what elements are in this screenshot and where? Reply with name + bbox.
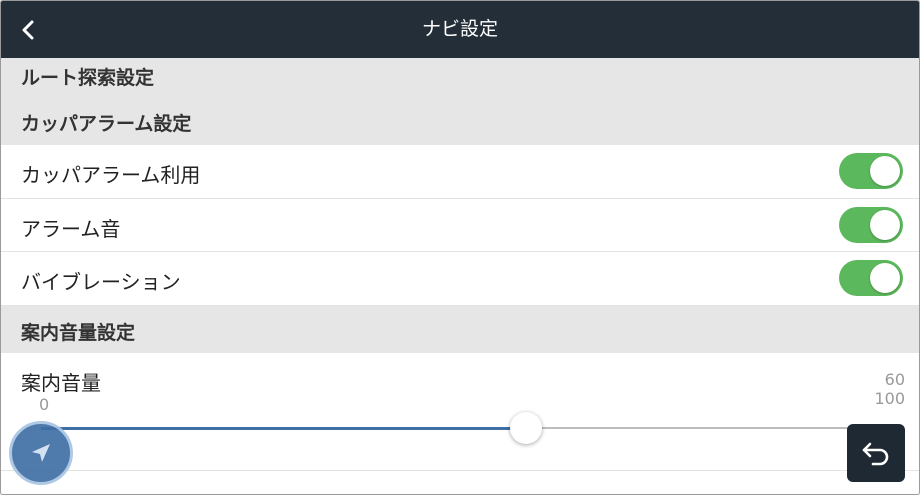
section-guidance-volume-label: 案内音量設定 xyxy=(21,322,136,344)
section-kappa-alarm: カッパアラーム設定 xyxy=(1,97,919,145)
volume-slider-track-filled[interactable] xyxy=(41,427,526,430)
section-route-search[interactable]: ルート探索設定 xyxy=(1,58,919,97)
row-kappa-alarm-use: カッパアラーム利用 xyxy=(1,145,919,199)
navigation-arrow-icon xyxy=(32,444,50,462)
row-alarm-sound: アラーム音 xyxy=(1,199,919,252)
alarm-sound-toggle[interactable] xyxy=(839,207,903,243)
navigation-fab[interactable] xyxy=(9,421,73,485)
volume-slider-row: 案内音量 60 100 0 xyxy=(1,353,919,494)
header-bar: ナビ設定 xyxy=(1,1,919,58)
vibration-label: バイブレーション xyxy=(21,270,181,294)
vibration-toggle[interactable] xyxy=(839,260,903,296)
row-vibration: バイブレーション xyxy=(1,252,919,306)
return-arrow-icon xyxy=(862,442,889,466)
volume-label: 案内音量 xyxy=(21,371,101,395)
section-kappa-alarm-label: カッパアラーム設定 xyxy=(21,113,192,135)
volume-slider-track[interactable] xyxy=(525,427,849,429)
return-button[interactable] xyxy=(847,424,905,482)
volume-min-value: 0 xyxy=(39,395,50,414)
page-title: ナビ設定 xyxy=(421,18,498,40)
back-button[interactable] xyxy=(11,13,45,47)
volume-max-value: 100 xyxy=(874,389,905,408)
divider xyxy=(1,470,919,471)
toggle-knob xyxy=(870,210,900,240)
toggle-knob xyxy=(870,263,900,293)
section-route-search-label: ルート探索設定 xyxy=(21,67,155,89)
kappa-alarm-use-toggle[interactable] xyxy=(839,153,903,189)
volume-current-value: 60 xyxy=(884,370,905,389)
kappa-alarm-use-label: カッパアラーム利用 xyxy=(21,163,201,187)
toggle-knob xyxy=(870,156,900,186)
volume-slider-thumb[interactable] xyxy=(509,412,542,444)
chevron-left-icon xyxy=(22,20,34,40)
app-frame: ナビ設定 ルート探索設定 カッパアラーム設定 カッパアラーム利用 アラーム音 バ… xyxy=(0,0,920,495)
section-guidance-volume: 案内音量設定 xyxy=(1,306,919,353)
alarm-sound-label: アラーム音 xyxy=(21,217,121,241)
